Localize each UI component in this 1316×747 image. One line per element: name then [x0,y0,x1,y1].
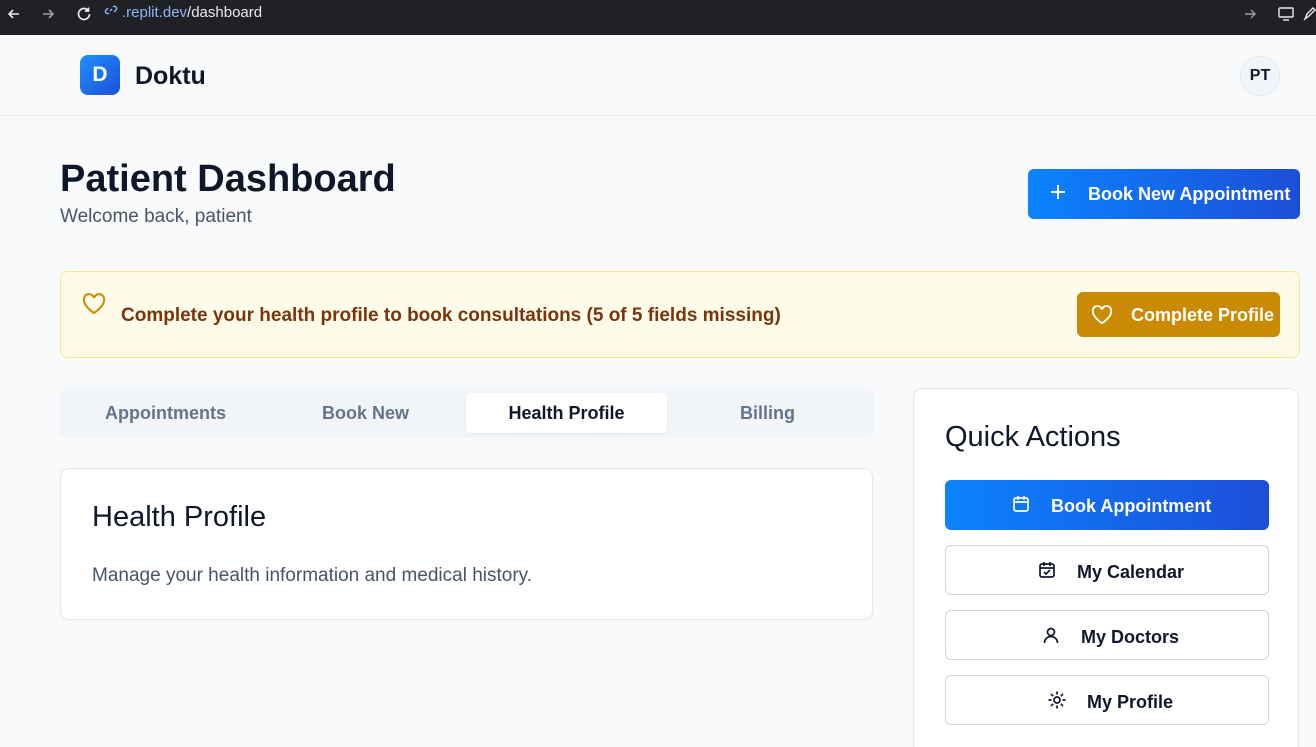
heart-icon [1091,305,1113,330]
book-new-appointment-button[interactable]: Book New Appointment [1028,169,1300,219]
app-name[interactable]: Doktu [135,62,206,91]
send-icon[interactable] [1240,4,1260,24]
user-icon [1041,625,1061,650]
calendar-check-icon [1037,560,1057,585]
quick-actions-title: Quick Actions [945,421,1121,453]
tab-book-new[interactable]: Book New [265,393,466,433]
my-profile-label: My Profile [1087,692,1174,712]
url-domain: .replit.dev [122,3,188,21]
my-doctors-button[interactable]: My Doctors [945,610,1269,660]
cast-icon[interactable] [1276,4,1296,24]
avatar[interactable]: PT [1240,56,1280,96]
card-description: Manage your health information and medic… [92,565,533,586]
card-title: Health Profile [92,501,267,533]
page-title: Patient Dashboard [60,158,396,200]
calendar-icon [1011,494,1031,519]
url-path: /dashboard [187,3,263,21]
browser-toolbar: .replit.dev/dashboard [0,0,1316,35]
link-icon [104,3,118,21]
alert-message: Complete your health profile to book con… [121,305,781,326]
tab-billing[interactable]: Billing [667,393,868,433]
address-bar[interactable]: .replit.dev/dashboard [104,1,262,23]
my-calendar-button[interactable]: My Calendar [945,545,1269,595]
forward-icon[interactable] [38,4,58,24]
logo-badge[interactable]: D [80,55,120,95]
reload-icon[interactable] [74,4,94,24]
page-subtitle: Welcome back, patient [60,206,252,227]
tab-health-profile[interactable]: Health Profile [466,393,667,433]
plus-icon [1048,182,1068,207]
my-profile-button[interactable]: My Profile [945,675,1269,725]
book-appointment-button[interactable]: Book Appointment [945,480,1269,530]
complete-profile-label: Complete Profile [1131,305,1275,325]
edit-icon[interactable] [1300,4,1316,24]
book-appointment-label: Book Appointment [1051,496,1212,516]
back-icon[interactable] [4,4,24,24]
health-profile-card: Health Profile Manage your health inform… [60,468,873,620]
quick-actions-panel: Quick Actions Book Appointment My Calend… [913,388,1299,747]
heart-icon [82,293,106,320]
gear-icon [1047,690,1067,715]
dashboard-tabs: Appointments Book New Health Profile Bil… [60,388,873,438]
book-new-appointment-label: Book New Appointment [1088,184,1291,204]
tab-appointments[interactable]: Appointments [65,393,266,433]
complete-profile-button[interactable]: Complete Profile [1077,292,1280,337]
profile-alert: Complete your health profile to book con… [60,271,1300,358]
my-calendar-label: My Calendar [1077,562,1185,582]
my-doctors-label: My Doctors [1081,627,1180,647]
app-header: D Doktu PT [0,35,1316,116]
